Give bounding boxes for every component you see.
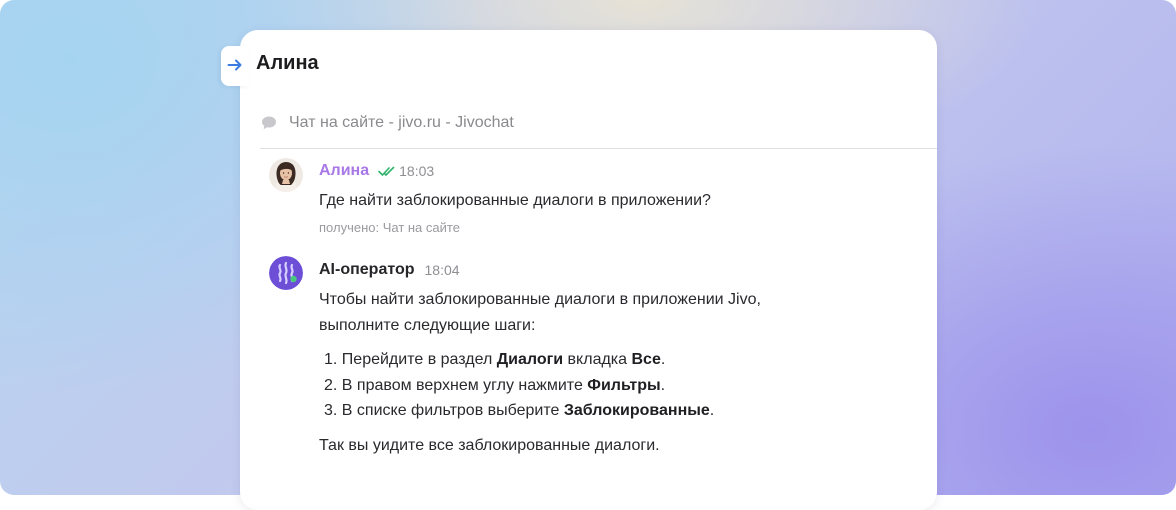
step-bold: Заблокированные [563,402,710,419]
avatar[interactable] [269,256,303,290]
header-divider [260,148,937,149]
step-text: вкладка [567,351,628,368]
step-punct: . [709,402,715,419]
message-time: 18:04 [424,262,460,278]
step-number: 3. [324,402,338,419]
contact-name: Алина [256,52,319,74]
message-author: Алина [319,162,370,179]
step-text: В правом верхнем углу нажмите [341,376,583,394]
step-punct: . [660,351,666,368]
list-item: 3. В списке фильтров выберите Заблокиров… [324,398,714,424]
message-status: получено: Чат на сайте [319,220,460,235]
arrow-right-icon [227,59,242,71]
message-time: 18:03 [399,163,435,179]
chat-bubble-icon [262,116,276,130]
avatar[interactable] [269,158,303,192]
user-photo-icon [269,158,303,192]
message-text-line: выполните следующие шаги: [319,317,536,334]
message-text-line: Так вы уидите все заблокированные диалог… [319,437,660,454]
ai-operator-icon [269,256,303,290]
message-text: Где найти заблокированные диалоги в прил… [319,192,711,209]
double-check-icon [378,166,395,176]
message-author: AI-оператор [319,261,415,278]
collapse-panel-button[interactable] [221,46,249,86]
step-bold: Фильтры [587,376,661,394]
channel-info: Чат на сайте - jivo.ru - Jivochat [261,112,514,134]
step-bold: Все [631,351,661,368]
message-text-line: Чтобы найти заблокированные диалоги в пр… [319,291,761,308]
steps-list: 1. Перейдите в раздел Диалоги вкладка Вс… [324,347,714,424]
list-item: 2. В правом верхнем углу нажмите Фильтры… [324,373,714,399]
step-number: 1. [324,351,338,368]
step-number: 2. [324,376,338,394]
list-item: 1. Перейдите в раздел Диалоги вкладка Вс… [324,347,714,373]
step-bold: Диалоги [496,351,564,368]
step-text: Перейдите в раздел [341,351,493,368]
step-punct: . [660,376,666,394]
step-text: В списке фильтров выберите [341,402,560,419]
channel-label: Чат на сайте - jivo.ru - Jivochat [289,114,514,131]
